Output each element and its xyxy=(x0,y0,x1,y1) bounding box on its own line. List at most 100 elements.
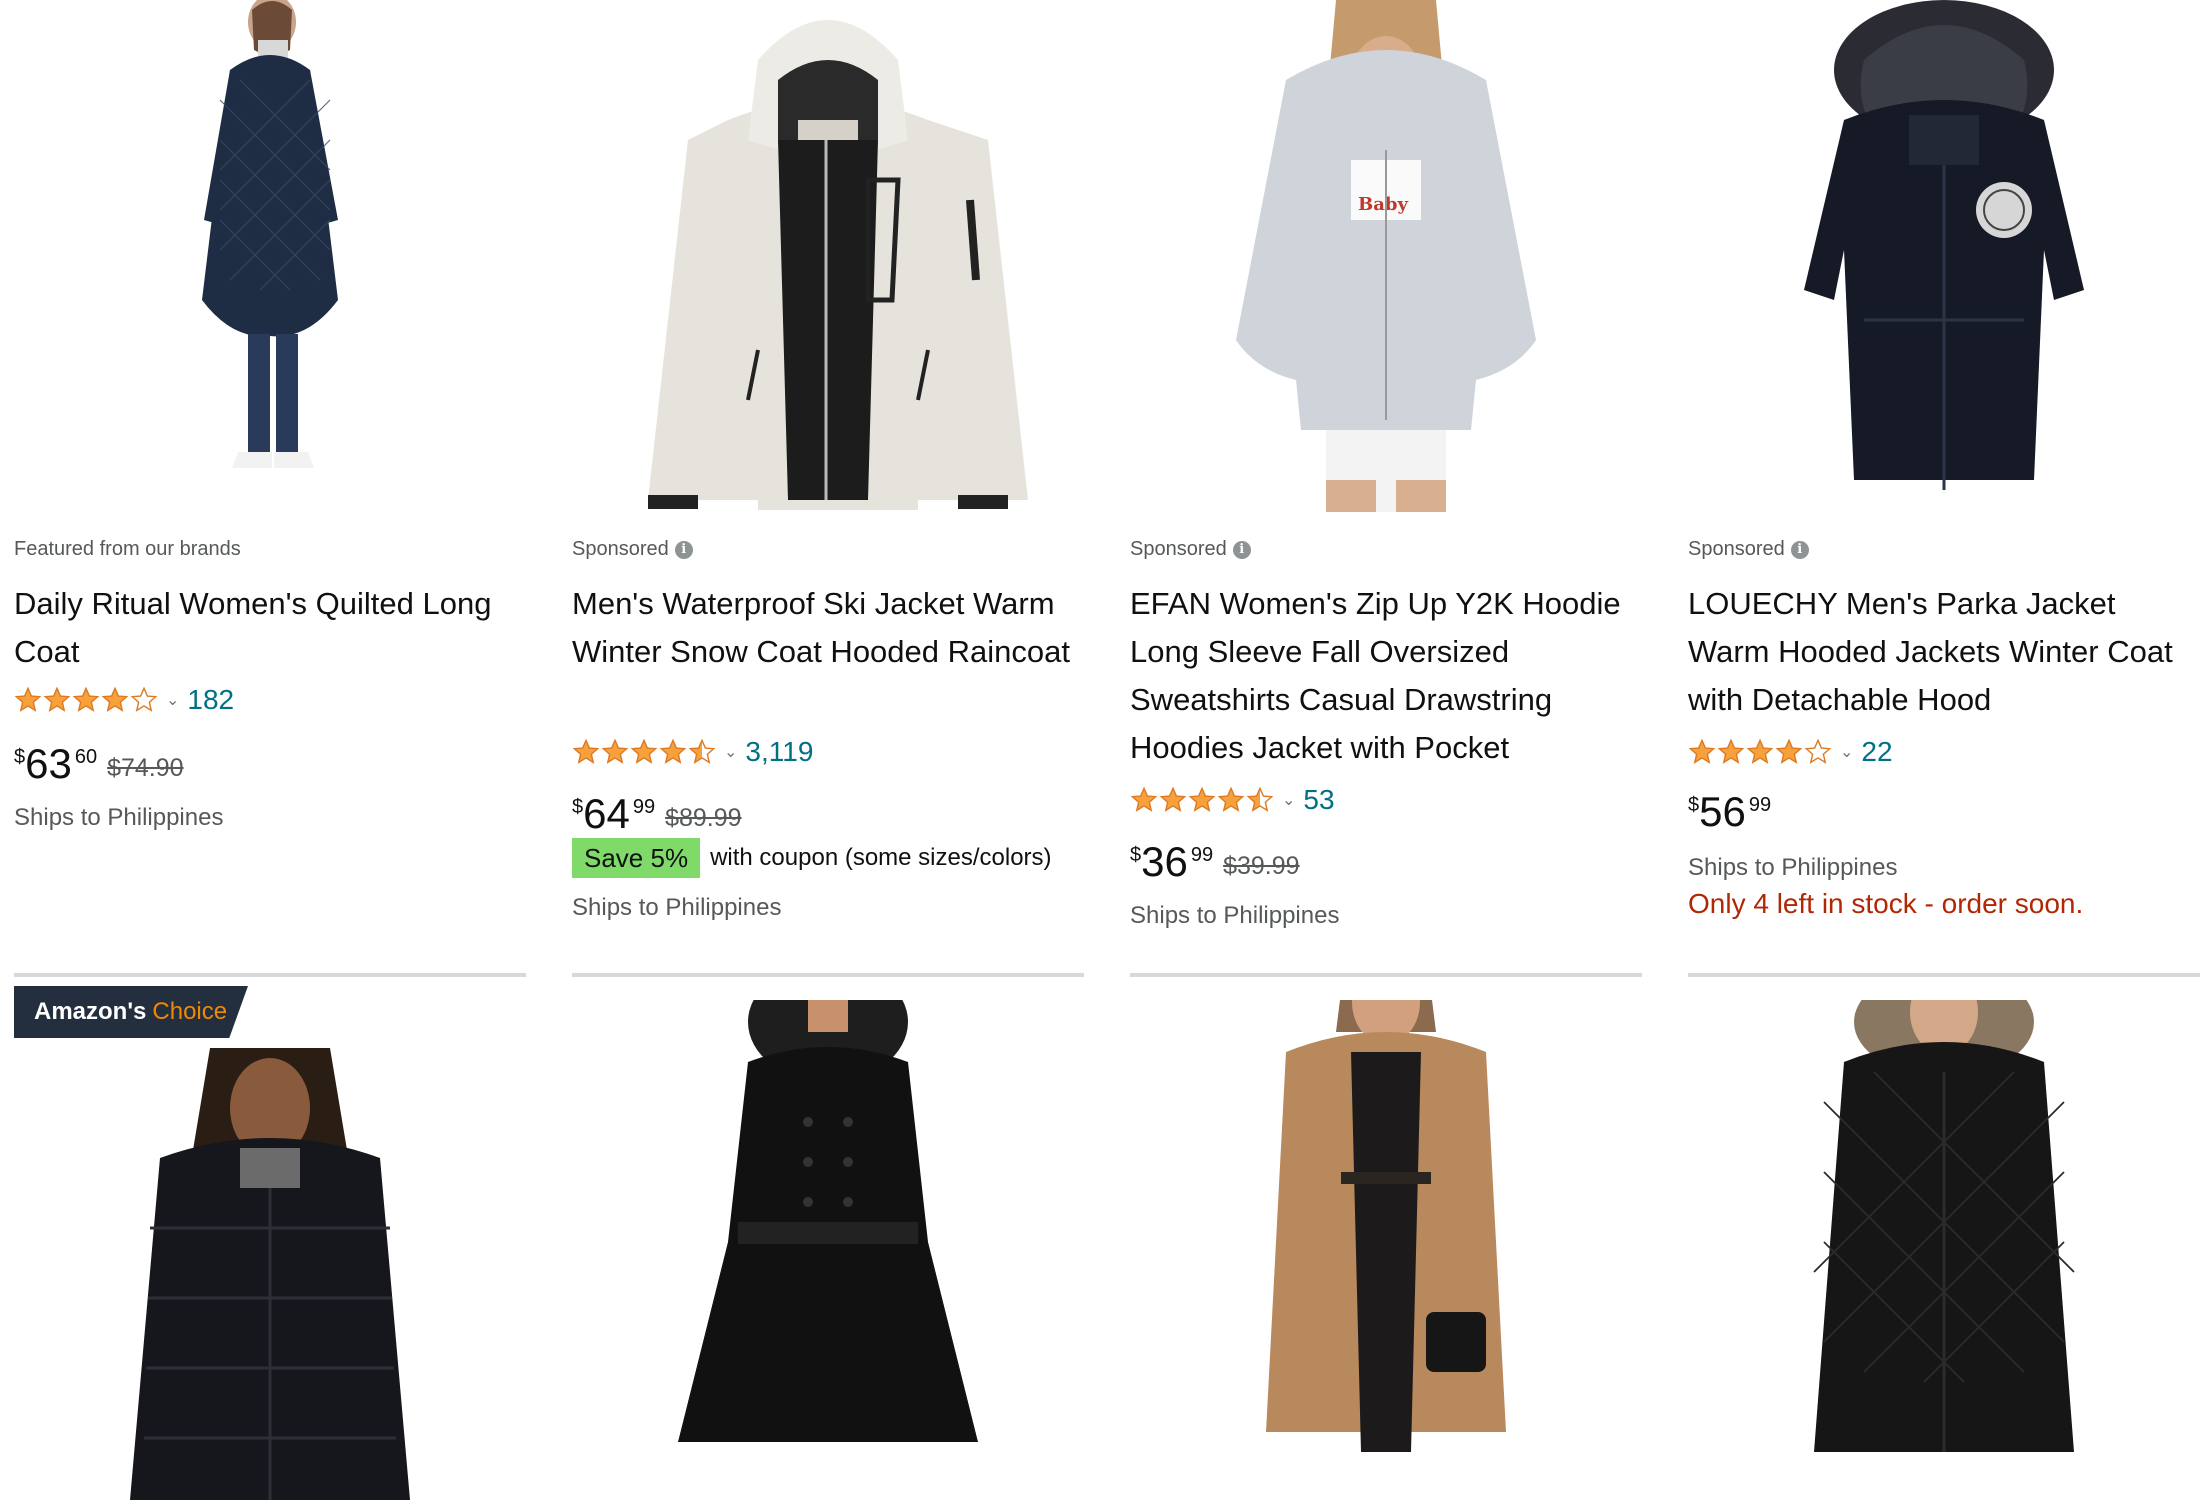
coupon-row[interactable]: Save 5% with coupon (some sizes/colors) xyxy=(572,838,1052,878)
meta-text: Featured from our brands xyxy=(14,538,241,560)
list-price: $39.99 xyxy=(1223,852,1300,880)
sponsored-label[interactable]: Sponsored i xyxy=(1130,538,1251,561)
product-price[interactable]: $ 63 60 xyxy=(14,740,97,788)
product-image[interactable] xyxy=(14,1048,526,1500)
product-image[interactable] xyxy=(1688,0,2200,512)
price-whole: 63 xyxy=(25,740,72,787)
price-fraction: 99 xyxy=(1190,844,1214,866)
star-icon xyxy=(130,686,158,712)
star-rating xyxy=(1130,786,1274,814)
price-symbol: $ xyxy=(1130,844,1142,866)
star-rating xyxy=(572,738,716,766)
swing-coat-image xyxy=(678,1000,978,1442)
price-whole: 36 xyxy=(1141,838,1188,885)
product-image[interactable] xyxy=(14,0,526,512)
star-icon xyxy=(1717,738,1745,764)
rating-count-link[interactable]: 53 xyxy=(1303,784,1334,816)
product-rating[interactable]: ⌄ 22 xyxy=(1688,734,1893,770)
coupon-text: with coupon (some sizes/colors) xyxy=(710,844,1052,871)
row-divider xyxy=(572,973,1084,977)
rating-count-link[interactable]: 182 xyxy=(187,684,234,716)
product-price[interactable]: $ 36 99 xyxy=(1130,838,1213,886)
meta-text: Sponsored xyxy=(572,538,669,560)
price-row: $ 63 60 $74.90 xyxy=(14,740,184,788)
price-row: $ 36 99 $39.99 xyxy=(1130,838,1300,886)
shipping-text: Ships to Philippines xyxy=(14,804,224,831)
stock-warning: Only 4 left in stock - order soon. xyxy=(1688,888,2084,919)
product-title[interactable]: Daily Ritual Women's Quilted Long Coat xyxy=(14,580,526,676)
rating-count-link[interactable]: 22 xyxy=(1861,736,1892,768)
star-icon xyxy=(659,738,687,764)
ski-jacket-image xyxy=(648,20,1028,510)
star-icon xyxy=(630,738,658,764)
quilted-coat-image xyxy=(202,0,338,468)
info-icon[interactable]: i xyxy=(1232,540,1251,559)
price-symbol: $ xyxy=(572,796,584,818)
price-whole: 64 xyxy=(583,790,630,837)
price-symbol: $ xyxy=(1688,794,1700,816)
price-whole: 56 xyxy=(1699,788,1746,835)
teddy-coat-image xyxy=(1266,1000,1506,1452)
product-price[interactable]: $ 64 99 xyxy=(572,790,655,838)
product-rating[interactable]: ⌄ 53 xyxy=(1130,782,1335,818)
chevron-down-icon[interactable]: ⌄ xyxy=(1840,742,1853,762)
amazons-choice-badge[interactable]: Amazon's Choice xyxy=(14,986,248,1038)
star-icon xyxy=(1130,786,1158,812)
price-row: $ 64 99 $89.99 xyxy=(572,790,742,838)
star-icon xyxy=(688,738,716,764)
search-results-grid: Featured from our brands Daily Ritual Wo… xyxy=(0,0,2202,1500)
list-price: $89.99 xyxy=(665,804,742,832)
badge-prefix: Amazon's xyxy=(34,998,147,1025)
star-icon xyxy=(43,686,71,712)
meta-text: Sponsored xyxy=(1130,538,1227,560)
star-icon xyxy=(101,686,129,712)
star-rating xyxy=(1688,738,1832,766)
shipping-text: Ships to Philippines xyxy=(1688,854,1898,881)
product-image[interactable]: Baby xyxy=(1130,0,1642,512)
product-title[interactable]: LOUECHY Men's Parka Jacket Warm Hooded J… xyxy=(1688,580,2200,724)
star-icon xyxy=(1746,738,1774,764)
info-icon[interactable]: i xyxy=(674,540,693,559)
parka-image xyxy=(1804,0,2084,490)
star-rating xyxy=(14,686,158,714)
meta-text: Sponsored xyxy=(1688,538,1785,560)
rating-count-link[interactable]: 3,119 xyxy=(745,736,813,768)
chevron-down-icon[interactable]: ⌄ xyxy=(166,690,179,710)
featured-label: Featured from our brands xyxy=(14,538,241,561)
star-icon xyxy=(572,738,600,764)
list-price: $74.90 xyxy=(107,754,184,782)
svg-text:Baby: Baby xyxy=(1358,194,1408,215)
star-icon xyxy=(1688,738,1716,764)
price-fraction: 99 xyxy=(632,796,656,818)
product-price[interactable]: $ 56 99 xyxy=(1688,788,1771,836)
product-rating[interactable]: ⌄ 3,119 xyxy=(572,734,813,770)
star-icon xyxy=(1188,786,1216,812)
product-title[interactable]: Men's Waterproof Ski Jacket Warm Winter … xyxy=(572,580,1084,676)
product-title[interactable]: EFAN Women's Zip Up Y2K Hoodie Long Slee… xyxy=(1130,580,1642,772)
product-rating[interactable]: ⌄ 182 xyxy=(14,682,234,718)
row-divider xyxy=(1688,973,2200,977)
star-icon xyxy=(1159,786,1187,812)
info-icon[interactable]: i xyxy=(1790,540,1809,559)
price-fraction: 60 xyxy=(74,746,98,768)
sponsored-label[interactable]: Sponsored i xyxy=(1688,538,1809,561)
product-image[interactable] xyxy=(572,0,1084,512)
star-icon xyxy=(1217,786,1245,812)
chevron-down-icon[interactable]: ⌄ xyxy=(724,742,737,762)
product-image[interactable] xyxy=(572,1000,1084,1452)
price-row: $ 56 99 xyxy=(1688,788,1771,836)
product-image[interactable] xyxy=(1130,1000,1642,1452)
price-symbol: $ xyxy=(14,746,26,768)
badge-accent: Choice xyxy=(152,998,228,1025)
chevron-down-icon[interactable]: ⌄ xyxy=(1282,790,1295,810)
star-icon xyxy=(1246,786,1274,812)
sponsored-label[interactable]: Sponsored i xyxy=(572,538,693,561)
puffer-jacket-image xyxy=(130,1048,410,1500)
coupon-badge[interactable]: Save 5% xyxy=(572,838,701,878)
zip-hoodie-image: Baby xyxy=(1236,0,1536,512)
product-image[interactable] xyxy=(1688,1000,2200,1452)
price-fraction: 99 xyxy=(1748,794,1772,816)
down-coat-image xyxy=(1813,1000,2075,1452)
row-divider xyxy=(14,973,526,977)
star-icon xyxy=(72,686,100,712)
